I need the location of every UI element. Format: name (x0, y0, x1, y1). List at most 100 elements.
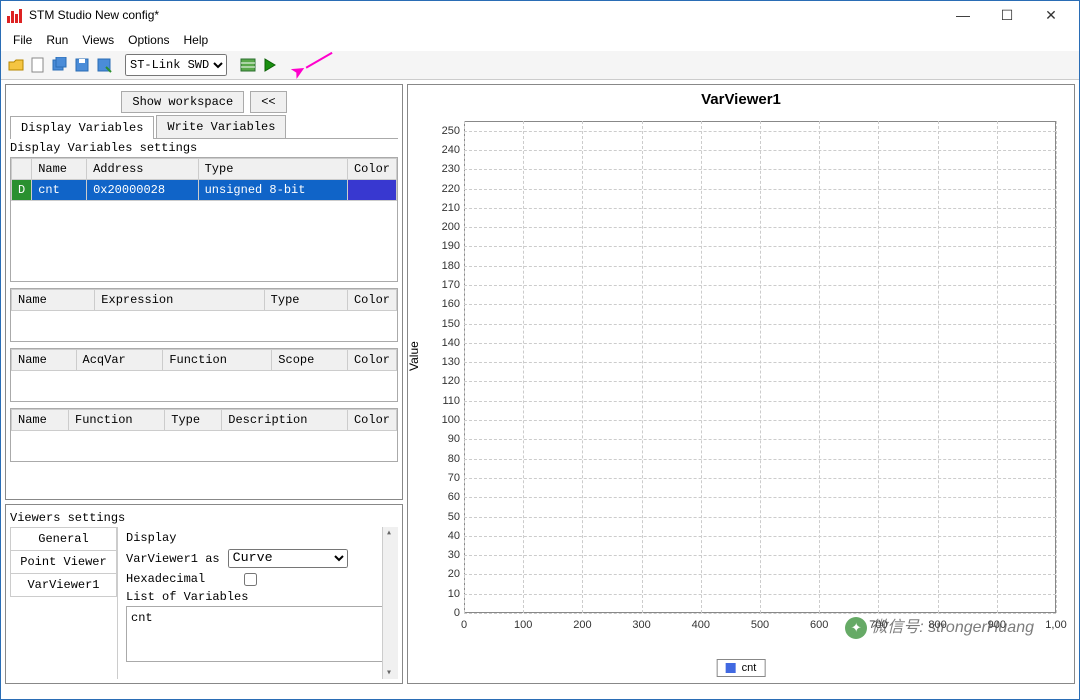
col-expression[interactable]: Expression (95, 290, 264, 311)
menu-views[interactable]: Views (76, 31, 120, 49)
gridline-v (760, 121, 761, 613)
config-icon[interactable] (239, 56, 257, 74)
y-tick: 200 (428, 221, 460, 233)
x-tick: 300 (632, 619, 650, 631)
col-description[interactable]: Description (222, 410, 348, 431)
gridline-v (642, 121, 643, 613)
tab-write-variables[interactable]: Write Variables (156, 115, 286, 138)
chart-legend: cnt (717, 659, 766, 677)
y-tick: 250 (428, 125, 460, 137)
maximize-button[interactable]: ☐ (985, 1, 1029, 29)
display-as-label: VarViewer1 as (126, 552, 220, 566)
watermark: ✦微信号: strongerHuang (845, 613, 1034, 639)
col-color[interactable]: Color (347, 159, 396, 180)
y-tick: 210 (428, 202, 460, 214)
display-as-select[interactable]: Curve (228, 549, 348, 568)
col-color[interactable]: Color (347, 410, 396, 431)
chart-title: VarViewer1 (408, 85, 1074, 114)
menu-file[interactable]: File (7, 31, 38, 49)
col-address[interactable]: Address (87, 159, 199, 180)
y-tick: 140 (428, 337, 460, 349)
x-tick: 500 (751, 619, 769, 631)
viewers-tab-point[interactable]: Point Viewer (10, 550, 117, 573)
y-tick: 10 (428, 588, 460, 600)
hex-checkbox[interactable] (244, 573, 257, 586)
functions-table[interactable]: Name Function Type Description Color (10, 408, 398, 462)
tab-display-variables[interactable]: Display Variables (10, 116, 154, 139)
minimize-button[interactable]: — (941, 1, 985, 29)
show-workspace-button[interactable]: Show workspace (121, 91, 244, 113)
lov-label: List of Variables (126, 590, 390, 604)
y-tick: 0 (428, 607, 460, 619)
run-icon[interactable] (261, 56, 279, 74)
x-tick: 400 (692, 619, 710, 631)
y-tick: 50 (428, 511, 460, 523)
collapse-button[interactable]: << (250, 91, 286, 113)
menu-options[interactable]: Options (122, 31, 175, 49)
close-button[interactable]: ✕ (1029, 1, 1073, 29)
y-tick: 20 (428, 568, 460, 580)
viewers-list: General Point Viewer VarViewer1 (10, 527, 118, 679)
y-tick: 130 (428, 356, 460, 368)
wechat-icon: ✦ (845, 617, 867, 639)
y-tick: 60 (428, 491, 460, 503)
save-all-icon[interactable] (51, 56, 69, 74)
variables-table[interactable]: Name Address Type Color D cnt 0x20000028… (10, 157, 398, 282)
y-tick: 100 (428, 414, 460, 426)
menu-help[interactable]: Help (178, 31, 215, 49)
menu-run[interactable]: Run (40, 31, 74, 49)
viewers-tab-general[interactable]: General (10, 527, 117, 550)
viewers-settings-panel: Viewers settings General Point Viewer Va… (5, 504, 403, 684)
y-tick: 70 (428, 472, 460, 484)
hex-label: Hexadecimal (126, 572, 236, 586)
gridline-v (938, 121, 939, 613)
save-as-icon[interactable] (95, 56, 113, 74)
x-tick: 100 (514, 619, 532, 631)
window-title: STM Studio New config* (29, 8, 941, 22)
col-type[interactable]: Type (165, 410, 222, 431)
legend-color-icon (726, 663, 736, 673)
viewers-tab-varviewer1[interactable]: VarViewer1 (10, 573, 117, 597)
x-tick: 0 (461, 619, 467, 631)
y-axis-label: Value (407, 341, 421, 371)
list-item[interactable]: cnt (131, 611, 385, 625)
col-function[interactable]: Function (69, 410, 165, 431)
list-of-variables[interactable]: cnt (126, 606, 390, 662)
table-row[interactable]: D cnt 0x20000028 unsigned 8-bit (12, 180, 397, 201)
toolbar: ST-Link SWD ➤ (1, 51, 1079, 80)
y-tick: 190 (428, 240, 460, 252)
gridline-v (464, 121, 465, 613)
y-tick: 230 (428, 163, 460, 175)
gridline-v (1056, 121, 1057, 613)
y-tick: 180 (428, 260, 460, 272)
y-tick: 120 (428, 375, 460, 387)
col-name[interactable]: Name (12, 350, 77, 371)
open-icon[interactable] (7, 56, 25, 74)
col-name[interactable]: Name (12, 290, 95, 311)
col-acqvar[interactable]: AcqVar (76, 350, 163, 371)
y-tick: 220 (428, 183, 460, 195)
y-tick: 150 (428, 318, 460, 330)
col-function[interactable]: Function (163, 350, 272, 371)
gridline-v (997, 121, 998, 613)
gridline-v (878, 121, 879, 613)
chart-panel: VarViewer1 Value 01020304050607080901001… (407, 84, 1075, 684)
connection-select[interactable]: ST-Link SWD (125, 54, 227, 76)
acquisition-table[interactable]: Name AcqVar Function Scope Color (10, 348, 398, 402)
col-scope[interactable]: Scope (272, 350, 348, 371)
y-tick: 80 (428, 453, 460, 465)
variable-tabs: Display Variables Write Variables (10, 115, 398, 139)
col-type[interactable]: Type (264, 290, 347, 311)
col-color[interactable]: Color (347, 290, 396, 311)
y-tick: 240 (428, 144, 460, 156)
scrollbar[interactable] (382, 527, 398, 679)
expressions-table[interactable]: Name Expression Type Color (10, 288, 398, 342)
x-tick: 600 (810, 619, 828, 631)
col-name[interactable]: Name (32, 159, 87, 180)
y-tick: 90 (428, 433, 460, 445)
col-type[interactable]: Type (198, 159, 347, 180)
new-icon[interactable] (29, 56, 47, 74)
col-color[interactable]: Color (347, 350, 396, 371)
save-icon[interactable] (73, 56, 91, 74)
col-name[interactable]: Name (12, 410, 69, 431)
